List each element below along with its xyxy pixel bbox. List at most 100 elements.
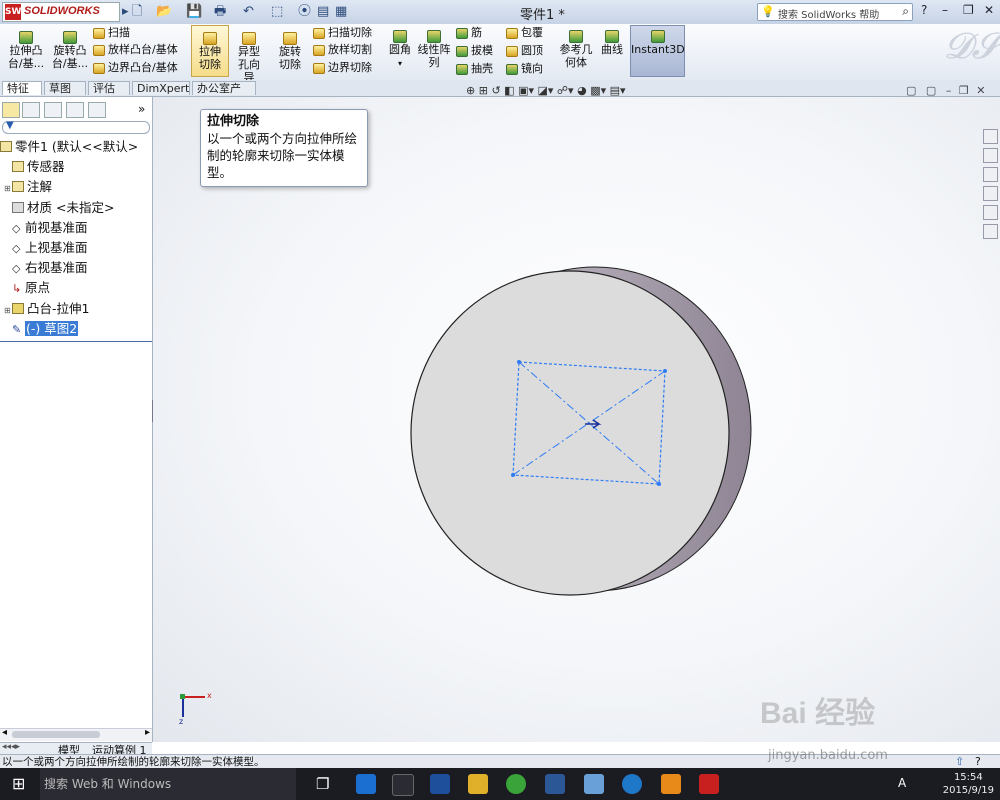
- tree-item-front-plane[interactable]: ◇ 前视基准面: [4, 219, 88, 238]
- store-icon[interactable]: [392, 774, 414, 796]
- expand-plus-icon[interactable]: ⊞: [4, 302, 12, 320]
- new-document-icon[interactable]: 🗋: [132, 4, 142, 20]
- dimxpert-tab-icon[interactable]: [66, 102, 84, 118]
- options-icon[interactable]: ▦: [335, 4, 347, 20]
- edge-browser-icon[interactable]: [356, 774, 376, 794]
- solidworks-taskbar-icon[interactable]: [699, 774, 719, 794]
- zoom-area-icon[interactable]: ⊞: [479, 84, 488, 97]
- view-orientation-icon[interactable]: ▣▾: [518, 84, 534, 97]
- help-question-icon[interactable]: ?: [975, 755, 981, 769]
- k-app-icon[interactable]: [622, 774, 642, 794]
- wrap-button[interactable]: 包覆: [506, 26, 543, 40]
- appearance-icon[interactable]: ◕: [577, 84, 587, 97]
- property-manager-tab-icon[interactable]: [22, 102, 40, 118]
- menu-arrow-icon[interactable]: ▸: [122, 4, 129, 20]
- viewport-close-icon[interactable]: ✕: [976, 84, 985, 97]
- file-properties-icon[interactable]: ▤: [317, 4, 329, 20]
- tree-item-boss-extrude1[interactable]: ⊞ 凸台-拉伸1: [4, 300, 89, 320]
- restore-button[interactable]: ❐: [963, 3, 974, 17]
- display-style-icon[interactable]: ◪▾: [537, 84, 553, 97]
- extrude-cut-button[interactable]: 拉伸切除: [191, 25, 229, 77]
- rebuild-icon[interactable]: ⇧: [955, 755, 964, 769]
- view-palette-icon[interactable]: [983, 186, 998, 201]
- sketch-point[interactable]: [511, 473, 515, 477]
- search-icon[interactable]: ⌕: [902, 4, 909, 19]
- tab-features[interactable]: 特征: [2, 81, 42, 95]
- scroll-left-icon[interactable]: ◂: [2, 727, 7, 738]
- file-explorer-taskbar-icon[interactable]: [468, 774, 488, 794]
- custom-properties-icon[interactable]: [983, 224, 998, 239]
- view-settings-icon[interactable]: ▤▾: [610, 84, 626, 97]
- help-button[interactable]: ?: [921, 3, 927, 17]
- sketch-point[interactable]: [663, 369, 667, 373]
- tab-nav-arrows-icon[interactable]: ◂◂◂▸: [2, 742, 20, 752]
- boss-extrude-button[interactable]: 拉伸凸台/基...: [4, 30, 48, 70]
- tree-filter-input[interactable]: ▼: [2, 120, 150, 134]
- tree-item-sketch2[interactable]: ✎ (-) 草图2: [4, 320, 79, 339]
- tab-dimxpert[interactable]: DimXpert: [132, 81, 190, 95]
- dome-button[interactable]: 圆顶: [506, 44, 543, 58]
- photo-app-icon[interactable]: [584, 774, 604, 794]
- scene-icon[interactable]: ▩▾: [590, 84, 606, 97]
- windows-start-icon[interactable]: ⊞: [12, 774, 25, 793]
- horizontal-scrollbar[interactable]: ◂ ▸: [0, 727, 152, 741]
- split-view-2-icon[interactable]: ▢: [926, 84, 936, 97]
- solidworks-logo[interactable]: SW SOLIDWORKS: [2, 2, 120, 22]
- sweep-button[interactable]: 扫描: [93, 26, 130, 40]
- open-folder-icon[interactable]: 📂: [156, 4, 172, 20]
- tree-item-origin[interactable]: ↳ 原点: [4, 279, 50, 298]
- boundary-boss-button[interactable]: 边界凸台/基体: [93, 61, 178, 75]
- tree-rollback-bar[interactable]: [0, 341, 152, 342]
- feature-tree-tab-icon[interactable]: [2, 102, 20, 118]
- instant3d-button[interactable]: Instant3D: [630, 25, 685, 77]
- save-icon[interactable]: 💾: [186, 4, 202, 20]
- scroll-thumb[interactable]: [12, 731, 100, 738]
- help-search-input[interactable]: 💡 搜索 SolidWorks 帮助 ⌕: [757, 3, 913, 21]
- bird-app-icon[interactable]: [430, 774, 450, 794]
- expand-plus-icon[interactable]: ⊞: [4, 180, 12, 198]
- hole-wizard-button[interactable]: 异型孔向导: [232, 31, 266, 84]
- tree-item-annotations[interactable]: ⊞ 注解: [4, 178, 52, 198]
- section-view-icon[interactable]: ◧: [504, 84, 514, 97]
- panel-expand-icon[interactable]: »: [138, 102, 145, 116]
- undo-icon[interactable]: ↶: [243, 4, 254, 20]
- configuration-tab-icon[interactable]: [44, 102, 62, 118]
- input-language-indicator[interactable]: A: [898, 776, 906, 790]
- tree-item-right-plane[interactable]: ◇ 右视基准面: [4, 259, 88, 278]
- design-library-icon[interactable]: [983, 148, 998, 163]
- cylinder-front-face[interactable]: [410, 270, 730, 596]
- home-icon[interactable]: [983, 129, 998, 144]
- tree-item-sensors[interactable]: 传感器: [4, 158, 65, 176]
- split-view-icon[interactable]: ▢: [906, 84, 916, 97]
- select-arrow-icon[interactable]: ⬚: [271, 4, 283, 20]
- tab-office-products[interactable]: 办公室产品: [192, 81, 256, 109]
- loft-cut-button[interactable]: 放样切割: [313, 43, 372, 57]
- tab-evaluate[interactable]: 评估: [88, 81, 130, 95]
- revolve-cut-button[interactable]: 旋转切除: [271, 31, 309, 71]
- task-view-icon[interactable]: ❐: [316, 775, 329, 793]
- loft-boss-button[interactable]: 放样凸台/基体: [93, 43, 178, 57]
- word-icon[interactable]: [545, 774, 565, 794]
- rebuild-traffic-light-icon[interactable]: ⦿: [298, 4, 311, 20]
- reference-geometry-button[interactable]: 参考几何体: [557, 29, 595, 69]
- tree-item-top-plane[interactable]: ◇ 上视基准面: [4, 239, 88, 258]
- tree-root[interactable]: 零件1 (默认<<默认>: [0, 138, 138, 156]
- chrome-icon[interactable]: [506, 774, 526, 794]
- minimize-button[interactable]: –: [942, 3, 948, 17]
- boundary-cut-button[interactable]: 边界切除: [313, 61, 372, 75]
- appearances-icon[interactable]: [983, 205, 998, 220]
- rib-button[interactable]: 筋: [456, 26, 482, 40]
- revolve-boss-button[interactable]: 旋转凸台/基...: [50, 30, 90, 70]
- viewport-minimize-icon[interactable]: –: [946, 84, 952, 97]
- print-icon[interactable]: 🖶: [214, 4, 226, 20]
- scroll-right-icon[interactable]: ▸: [145, 727, 150, 738]
- close-button[interactable]: ✕: [984, 3, 994, 17]
- fillet-button[interactable]: 圆角 ▾: [386, 29, 414, 70]
- sketch-point[interactable]: [517, 360, 521, 364]
- shell-button[interactable]: 抽壳: [456, 62, 493, 76]
- previous-view-icon[interactable]: ↺: [491, 84, 500, 97]
- display-manager-tab-icon[interactable]: [88, 102, 106, 118]
- zoom-to-fit-icon[interactable]: ⊕: [466, 84, 475, 97]
- sketch-point[interactable]: [657, 482, 661, 486]
- linear-pattern-button[interactable]: 线性阵列: [416, 29, 452, 69]
